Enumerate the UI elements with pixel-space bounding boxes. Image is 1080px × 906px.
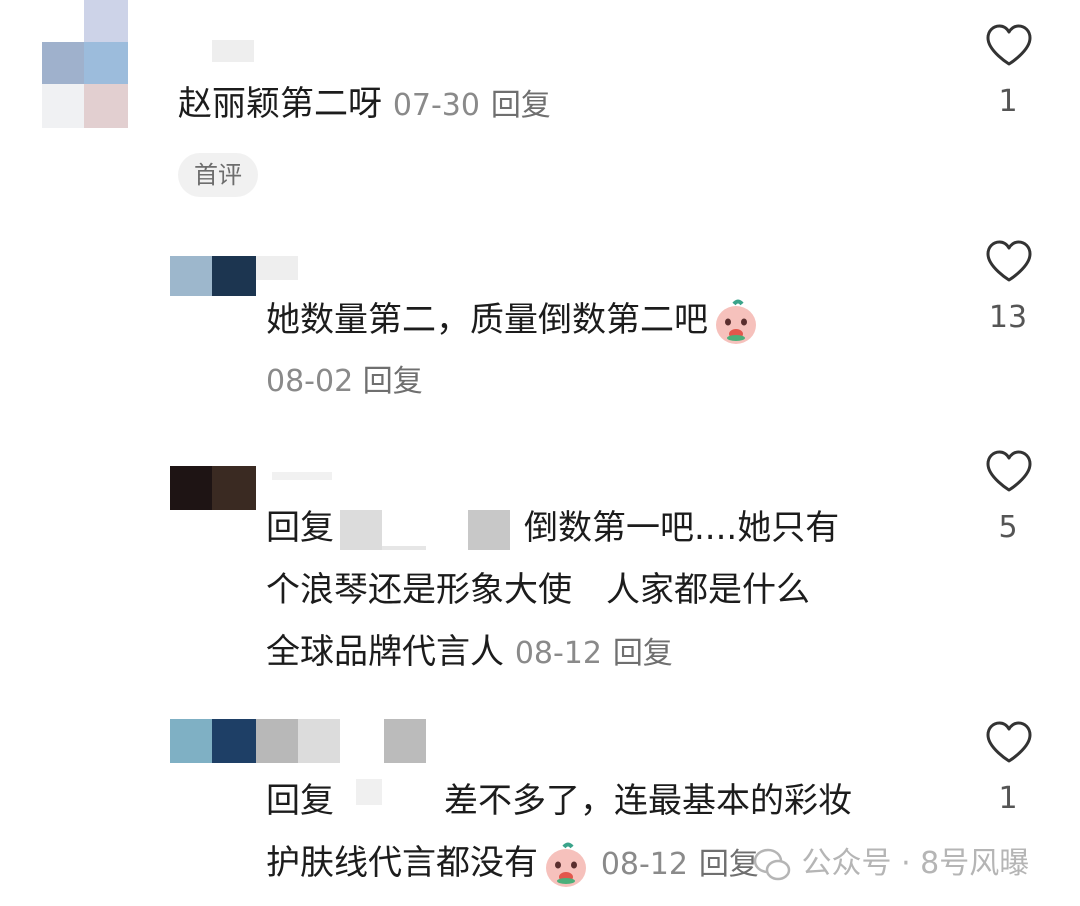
comment-1: 赵丽颖第二呀 07-30 回复 首评 1 — [0, 0, 1080, 210]
username — [384, 719, 426, 763]
mentioned-user[interactable] — [340, 510, 382, 550]
reply-button[interactable]: 回复 — [491, 88, 551, 123]
comment-text-line-2: 个浪琴还是形象大使 人家都是什么 — [266, 570, 810, 610]
comment-2: 她数量第二，质量倒数第二吧 08-02 回复 13 — [0, 230, 1080, 420]
mentioned-user[interactable] — [356, 779, 382, 805]
avatar[interactable] — [170, 466, 256, 510]
wechat-icon — [753, 848, 791, 880]
watermark-text: 公众号 · 8号风曝 — [801, 846, 1030, 881]
username[interactable] — [256, 719, 298, 763]
username[interactable] — [256, 256, 298, 280]
watermark: 公众号 · 8号风曝 — [752, 838, 1029, 885]
avatar[interactable] — [42, 0, 128, 128]
comment-text: 赵丽颖第二呀 07-30 回复 — [178, 84, 551, 124]
comment-text-line-3: 全球品牌代言人 08-12 回复 — [266, 632, 673, 672]
avatar[interactable] — [170, 252, 256, 298]
comment-meta: 08-02 回复 — [266, 352, 423, 412]
username — [298, 719, 340, 763]
comment-3: 回复 倒数第一吧....她只有 个浪琴还是形象大使 人家都是什么 全球品牌代言人 … — [0, 440, 1080, 690]
pig-emoji-icon — [716, 299, 756, 344]
first-comment-badge: 首评 — [178, 153, 258, 197]
pig-emoji-icon — [546, 842, 586, 887]
avatar[interactable] — [170, 719, 256, 763]
comment-date: 08-02 — [266, 364, 354, 399]
username[interactable] — [272, 472, 332, 480]
like-count: 1 — [998, 84, 1018, 119]
like-count: 13 — [988, 300, 1028, 335]
mentioned-user-blur — [382, 546, 426, 550]
like-heart-icon[interactable] — [985, 240, 1033, 282]
reply-button[interactable]: 回复 — [363, 364, 423, 399]
comment-text-line-1: 回复 差不多了，连最基本的彩妆 — [266, 781, 852, 821]
like-count: 1 — [998, 781, 1018, 816]
like-count: 5 — [998, 510, 1018, 545]
reply-button[interactable]: 回复 — [613, 636, 673, 671]
comment-text: 她数量第二，质量倒数第二吧 — [266, 290, 760, 350]
comment-date: 08-12 — [514, 636, 602, 671]
like-heart-icon[interactable] — [985, 24, 1033, 66]
like-heart-icon[interactable] — [985, 721, 1033, 763]
username[interactable] — [212, 40, 254, 62]
comment-date: 08-12 — [600, 847, 688, 882]
comment-date: 07-30 — [392, 88, 480, 123]
like-heart-icon[interactable] — [985, 450, 1033, 492]
mentioned-user-blur — [468, 510, 510, 550]
comment-text-line-2: 护肤线代言都没有 08-12 回复 — [266, 833, 759, 895]
reply-button[interactable]: 回复 — [699, 847, 759, 882]
